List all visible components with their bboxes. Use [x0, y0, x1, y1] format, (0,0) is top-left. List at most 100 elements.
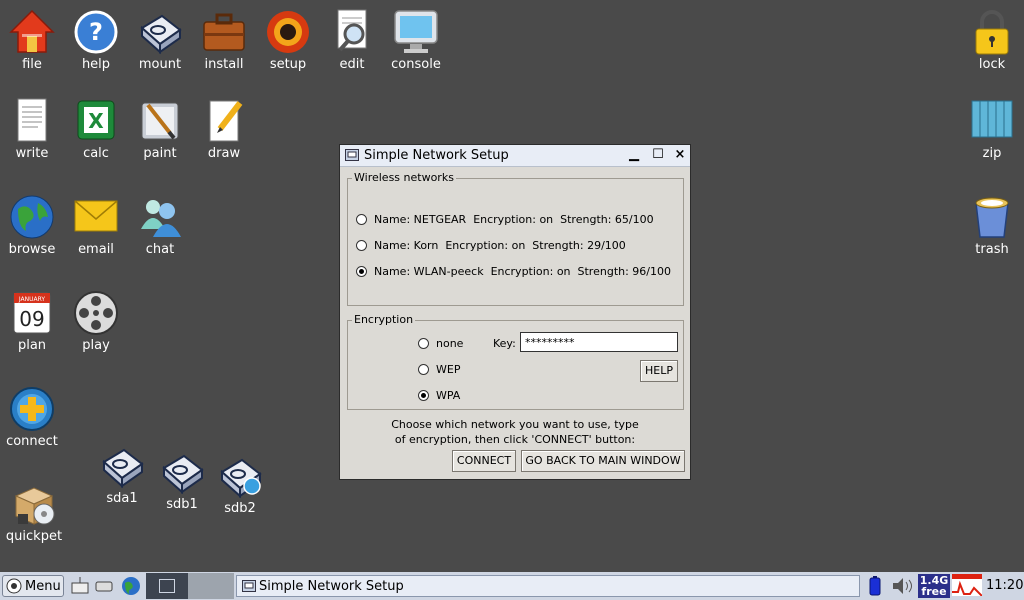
- desktop-icon-label: calc: [83, 146, 109, 161]
- clock[interactable]: 11:20: [986, 578, 1023, 593]
- desktop-icon-zip[interactable]: zip: [960, 97, 1024, 161]
- desktop-icon-label: edit: [339, 57, 365, 72]
- svg-text:X: X: [88, 109, 104, 133]
- encryption-legend: Encryption: [352, 313, 416, 326]
- radio-button[interactable]: [356, 239, 367, 251]
- free-space-label: free: [921, 585, 947, 598]
- monitor-icon: [392, 8, 440, 56]
- key-input[interactable]: [520, 332, 678, 352]
- drive-icon: [158, 448, 206, 496]
- desktop-icon-sdb2[interactable]: sdb2: [208, 452, 272, 516]
- desktop-icon-edit[interactable]: edit: [320, 8, 384, 72]
- desktop-icon-browse[interactable]: browse: [0, 193, 64, 257]
- keyboard-launcher-icon[interactable]: [70, 575, 90, 597]
- radio-button-selected[interactable]: [356, 265, 367, 277]
- instructions-line: of encryption, then click 'CONNECT' butt…: [394, 433, 636, 446]
- desktop-icon-install[interactable]: install: [192, 8, 256, 72]
- desktop-icon-draw[interactable]: draw: [192, 97, 256, 161]
- padlock-icon: [968, 8, 1016, 56]
- instructions-line: Choose which network you want to use, ty…: [391, 418, 639, 431]
- battery-icon[interactable]: [866, 575, 884, 597]
- desktop-icon-email[interactable]: email: [64, 193, 128, 257]
- briefcase-icon: [200, 8, 248, 56]
- desktop-icon-label: write: [15, 146, 49, 161]
- task-button-network-setup[interactable]: Simple Network Setup: [236, 575, 860, 597]
- network-option-korn[interactable]: Name: Korn Encryption: on Strength: 29/1…: [356, 237, 626, 253]
- target-icon: [264, 8, 312, 56]
- encryption-option-none[interactable]: none: [418, 335, 463, 351]
- window-titlebar[interactable]: Simple Network Setup ▁ ☐ ×: [340, 145, 690, 167]
- desktop-icon-label: plan: [17, 338, 47, 353]
- connect-button[interactable]: CONNECT: [452, 450, 516, 472]
- encryption-option-wep[interactable]: WEP: [418, 361, 460, 377]
- volume-icon[interactable]: [890, 575, 914, 597]
- calendar-icon: JANUARY 09: [8, 289, 56, 337]
- desktop-icon-write[interactable]: write: [0, 97, 64, 161]
- desktop-icon-sda1[interactable]: sda1: [90, 442, 154, 506]
- radio-button[interactable]: [418, 337, 429, 349]
- svg-text:?: ?: [89, 18, 103, 46]
- encryption-option-wpa[interactable]: WPA: [418, 387, 460, 403]
- desktop-icon-label: help: [81, 57, 111, 72]
- network-setup-window: Simple Network Setup ▁ ☐ × Wireless netw…: [339, 144, 691, 480]
- window-app-icon: [345, 149, 359, 161]
- browser-launcher-icon[interactable]: [120, 575, 142, 597]
- workspace-2[interactable]: [188, 573, 234, 599]
- desktop-icon-calc[interactable]: X calc: [64, 97, 128, 161]
- desktop-icon-label: email: [78, 242, 114, 257]
- desktop-icon-setup[interactable]: setup: [256, 8, 320, 72]
- minimize-button[interactable]: ▁: [626, 147, 642, 162]
- encryption-label: WPA: [436, 388, 461, 402]
- desktop-icon-quickpet[interactable]: quickpet: [2, 480, 66, 544]
- maximize-button[interactable]: ☐: [650, 147, 666, 162]
- desktop-icon-help[interactable]: ? help: [64, 8, 128, 72]
- desktop-icon-mount[interactable]: mount: [128, 8, 192, 72]
- calendar-day: 09: [19, 307, 44, 331]
- network-label: Name: Korn Encryption: on Strength: 29/1…: [374, 238, 626, 252]
- menu-button[interactable]: Menu: [2, 575, 64, 597]
- radio-button-selected[interactable]: [418, 389, 429, 401]
- package-icon: [10, 480, 58, 528]
- connect-plus-icon: [8, 385, 56, 433]
- desktop-icon-sdb1[interactable]: sdb1: [150, 448, 214, 512]
- window-title: Simple Network Setup: [364, 148, 509, 163]
- network-monitor-icon[interactable]: [952, 574, 982, 596]
- desktop-icon-label: connect: [6, 434, 58, 449]
- drive-launcher-icon[interactable]: [94, 575, 114, 597]
- desktop-icon-label: sdb1: [166, 497, 198, 512]
- go-back-button[interactable]: GO BACK TO MAIN WINDOW: [521, 450, 685, 472]
- encryption-label: none: [436, 336, 464, 350]
- desktop-icon-play[interactable]: play: [64, 289, 128, 353]
- document-magnifier-icon: [328, 8, 376, 56]
- desktop-icon-paint[interactable]: paint: [128, 97, 192, 161]
- desktop-icon-chat[interactable]: chat: [128, 193, 192, 257]
- desktop-icon-label: file: [22, 57, 42, 72]
- desktop-icon-label: lock: [978, 57, 1006, 72]
- workspace-window-marker: [159, 579, 175, 593]
- menu-icon: [6, 578, 22, 594]
- task-app-icon: [242, 580, 256, 592]
- desktop-icon-lock[interactable]: lock: [960, 8, 1024, 72]
- desktop-icon-console[interactable]: console: [384, 8, 448, 72]
- desktop-icon-label: mount: [138, 57, 182, 72]
- workspace-1[interactable]: [146, 573, 188, 599]
- network-option-wlan-peeck[interactable]: Name: WLAN-peeck Encryption: on Strength…: [356, 263, 671, 279]
- calendar-month: JANUARY: [18, 296, 46, 303]
- menu-label: Menu: [25, 579, 61, 594]
- network-label: Name: NETGEAR Encryption: on Strength: 6…: [374, 212, 654, 226]
- help-button[interactable]: HELP: [640, 360, 678, 382]
- radio-button[interactable]: [356, 213, 367, 225]
- desktop-icon-label: trash: [975, 242, 1009, 257]
- network-option-netgear[interactable]: Name: NETGEAR Encryption: on Strength: 6…: [356, 211, 654, 227]
- desktop-icon-connect[interactable]: connect: [0, 385, 64, 449]
- taskbar: Menu Simple Network Setup 1.4G free 11:2…: [0, 572, 1024, 600]
- desktop-icon-file[interactable]: file: [0, 8, 64, 72]
- wireless-networks-legend: Wireless networks: [352, 171, 456, 184]
- drive-icon: [98, 442, 146, 490]
- close-button[interactable]: ×: [672, 147, 688, 162]
- radio-button[interactable]: [418, 363, 429, 375]
- free-space-indicator[interactable]: 1.4G free: [918, 574, 950, 598]
- desktop-icon-trash[interactable]: trash: [960, 193, 1024, 257]
- archive-icon: [968, 97, 1016, 145]
- desktop-icon-plan[interactable]: JANUARY 09 plan: [0, 289, 64, 353]
